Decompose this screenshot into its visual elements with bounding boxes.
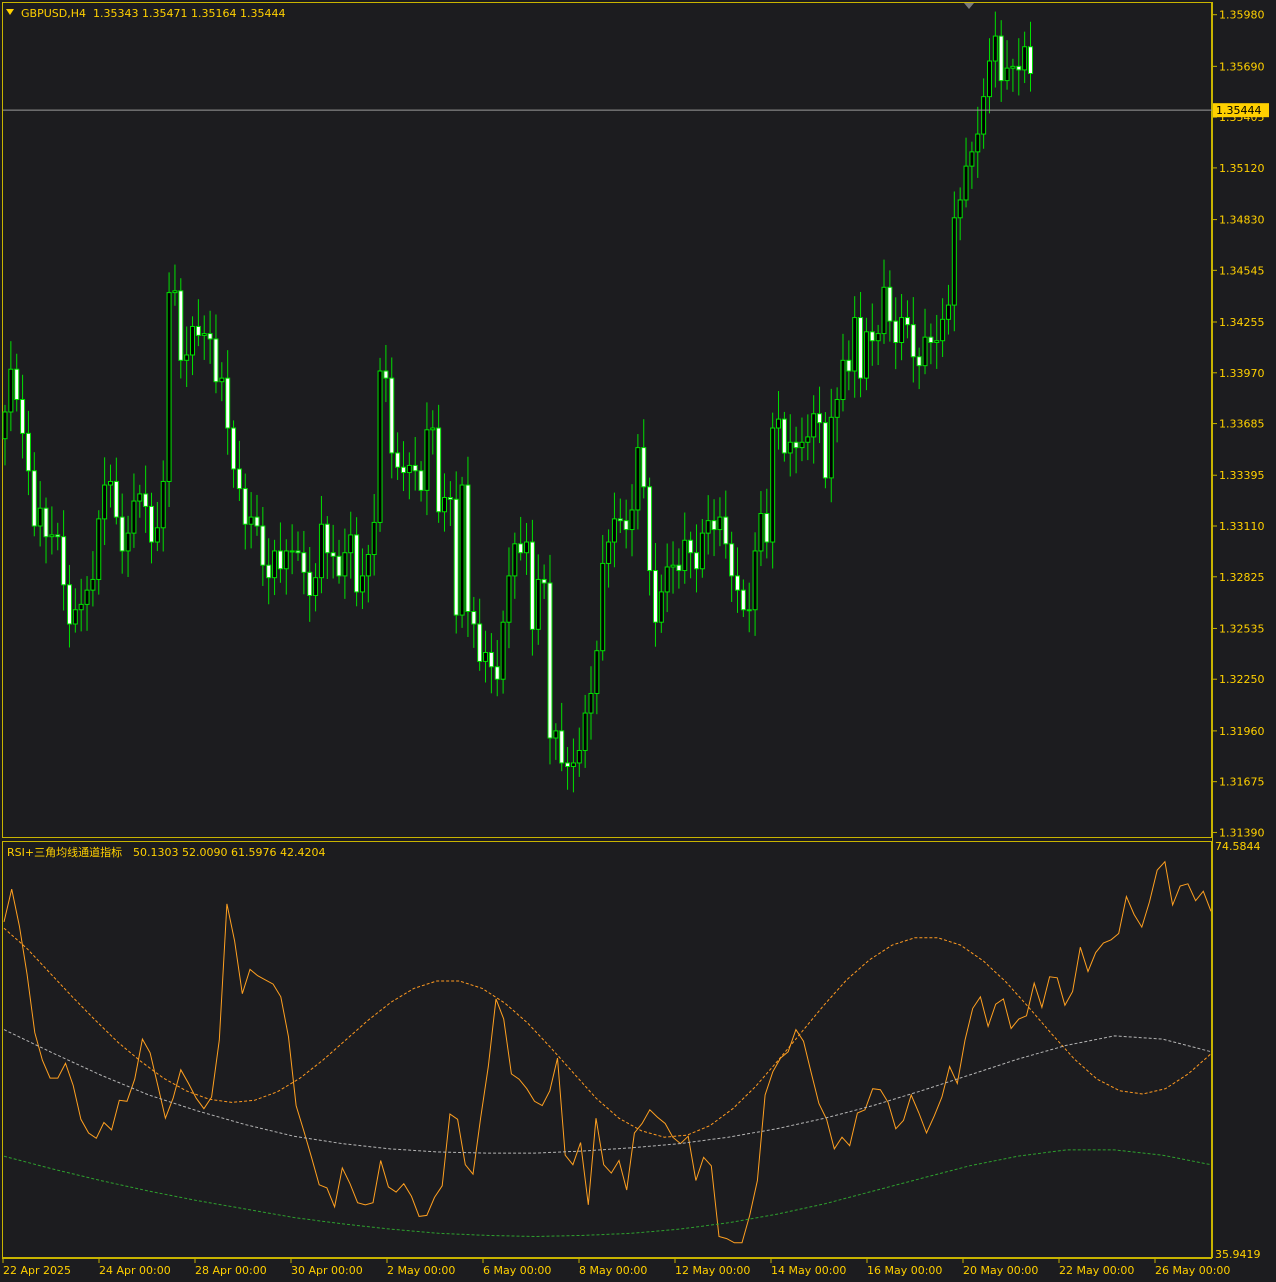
time-tick-label: 12 May 00:00: [675, 1264, 750, 1277]
price-tick-label: 1.32250: [1219, 673, 1265, 686]
candle: [822, 412, 828, 489]
price-tick-label: 1.33685: [1219, 418, 1265, 431]
price-tick-label: 1.33970: [1219, 367, 1265, 380]
indicator-values: 50.1303 52.0090 61.5976 42.4204: [133, 846, 325, 859]
candle: [166, 272, 172, 508]
time-tick-label: 20 May 00:00: [963, 1264, 1038, 1277]
price-tick-label: 1.31675: [1219, 776, 1265, 789]
price-tick-label: 1.34545: [1219, 264, 1265, 277]
price-tick-label: 1.31960: [1219, 725, 1265, 738]
current-price-label: 1.35444: [1216, 104, 1262, 117]
time-tick-label: 16 May 00:00: [867, 1264, 942, 1277]
candle: [459, 476, 465, 628]
price-tick-label: 1.31390: [1219, 826, 1265, 839]
price-tick-label: 1.35690: [1219, 60, 1265, 73]
price-tick-label: 1.35980: [1219, 9, 1265, 22]
time-tick-label: 28 Apr 00:00: [195, 1264, 267, 1277]
time-tick-label: 8 May 00:00: [579, 1264, 647, 1277]
price-tick-label: 1.33395: [1219, 469, 1265, 482]
time-tick-label: 22 May 00:00: [1059, 1264, 1134, 1277]
candle: [547, 554, 553, 765]
time-tick-label: 24 Apr 00:00: [99, 1264, 171, 1277]
trading-chart: 1.359801.356901.354051.351201.348301.345…: [0, 0, 1276, 1282]
indicator-name: RSI+三角均线通道指标: [7, 845, 122, 859]
candle: [377, 357, 383, 532]
time-tick-label: 6 May 00:00: [483, 1264, 551, 1277]
time-tick-label: 26 May 00:00: [1155, 1264, 1230, 1277]
price-tick-label: 1.32535: [1219, 622, 1265, 635]
price-tick-label: 1.34830: [1219, 214, 1265, 227]
time-tick-label: 2 May 00:00: [387, 1264, 455, 1277]
price-tick-label: 1.32825: [1219, 571, 1265, 584]
time-tick-label: 22 Apr 2025: [3, 1264, 71, 1277]
time-tick-label: 14 May 00:00: [771, 1264, 846, 1277]
ohlc-values: 1.35343 1.35471 1.35164 1.35444: [93, 7, 285, 20]
indicator-tick-label: 35.9419: [1215, 1248, 1261, 1261]
price-tick-label: 1.34255: [1219, 316, 1265, 329]
price-tick-label: 1.33110: [1219, 520, 1265, 533]
indicator-tick-label: 74.5844: [1215, 840, 1261, 853]
price-tick-label: 1.35120: [1219, 162, 1265, 175]
symbol-label: GBPUSD,H4: [21, 7, 86, 20]
time-tick-label: 30 Apr 00:00: [291, 1264, 363, 1277]
